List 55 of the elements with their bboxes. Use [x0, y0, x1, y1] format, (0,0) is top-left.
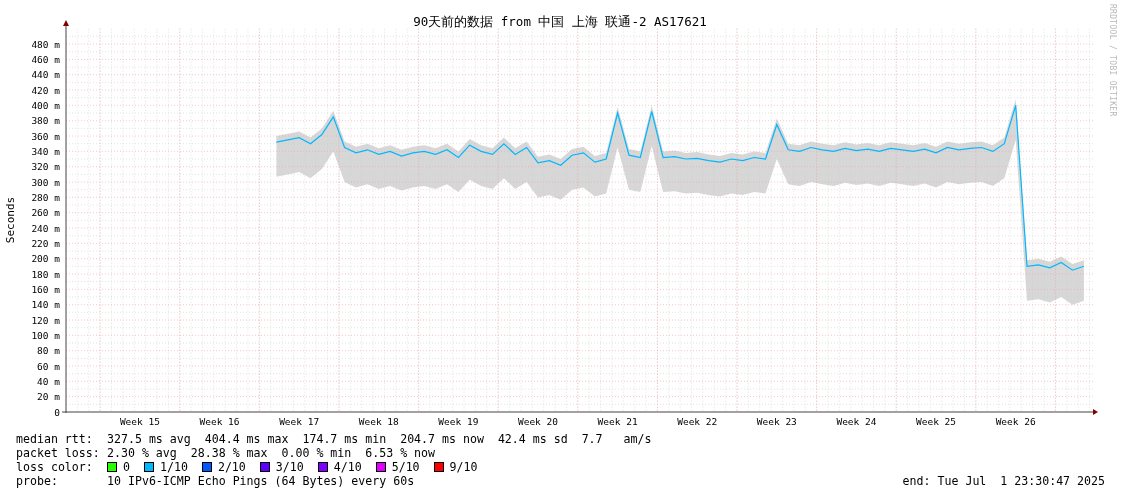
y-tick-label: 340 m — [31, 145, 60, 157]
legend-item-label: 9/10 — [449, 460, 478, 474]
y-tick-label: 400 m — [31, 99, 60, 111]
stat-label: packet loss: — [16, 446, 101, 460]
y-tick-label: 180 m — [31, 268, 60, 280]
chart-title: 90天前的数据 from 中国 上海 联通-2 AS17621 — [413, 14, 707, 29]
x-tick-label: Week 18 — [358, 416, 399, 427]
y-tick-label: 0 — [54, 406, 60, 418]
y-tick-label: 300 m — [31, 176, 60, 188]
stat-label: median rtt: — [16, 432, 94, 446]
x-tick-label: Week 24 — [836, 416, 877, 427]
stat-value: 2.30 % avg 28.38 % max 0.00 % min 6.53 % now — [107, 446, 436, 460]
x-tick-label: Week 23 — [756, 416, 797, 427]
x-tick-label: Week 16 — [199, 416, 240, 427]
x-tick-label: Week 17 — [279, 416, 320, 427]
y-tick-label: 420 m — [31, 84, 60, 96]
y-tick-label: 460 m — [31, 53, 60, 65]
y-tick-label: 440 m — [31, 69, 60, 81]
legend-item-label: 2/10 — [217, 460, 246, 474]
probe-label: probe: — [16, 474, 59, 488]
legend-item-label: 1/10 — [160, 460, 188, 474]
y-tick-label: 360 m — [31, 130, 60, 142]
y-tick-label: 280 m — [31, 191, 60, 203]
y-tick-label: 200 m — [31, 253, 60, 265]
y-tick-label: 240 m — [31, 222, 60, 234]
legend-item-label: 3/10 — [275, 460, 304, 474]
y-axis-label: Seconds — [4, 196, 17, 244]
y-tick-label: 380 m — [31, 115, 60, 127]
y-tick-label: 40 m — [37, 375, 60, 387]
y-tick-label: 120 m — [31, 314, 60, 326]
x-tick-label: Week 19 — [438, 416, 479, 427]
x-tick-label: Week 26 — [995, 416, 1036, 427]
x-tick-label: Week 21 — [597, 416, 638, 427]
x-tick-label: Week 20 — [517, 416, 558, 427]
legend-item-label: 4/10 — [333, 460, 362, 474]
legend-label: loss color: — [16, 460, 94, 474]
y-tick-label: 220 m — [31, 237, 60, 249]
y-tick-label: 320 m — [31, 161, 60, 173]
x-tick-label: Week 15 — [119, 416, 160, 427]
y-tick-label: 100 m — [31, 329, 60, 341]
end-timestamp: end: Tue Jul 1 23:30:47 2025 — [902, 474, 1105, 488]
y-tick-label: 260 m — [31, 207, 60, 219]
y-tick-label: 140 m — [31, 299, 60, 311]
y-tick-label: 20 m — [37, 391, 60, 403]
y-tick-label: 480 m — [31, 38, 60, 50]
y-tick-label: 60 m — [37, 360, 60, 372]
x-tick-label: Week 22 — [677, 416, 718, 427]
legend-item-label: 5/10 — [391, 460, 420, 474]
y-tick-label: 80 m — [37, 345, 60, 357]
watermark-credit: RRDTOOL / TOBI OETIKER — [1108, 4, 1117, 117]
probe-value: 10 IPv6-ICMP Echo Pings (64 Bytes) every 60s — [107, 474, 415, 488]
stat-value: 327.5 ms avg 404.4 ms max 174.7 ms min 204.7 ms now 42.4 ms sd 7.7 am/s — [107, 432, 652, 446]
legend-item-label: 0 — [123, 460, 130, 474]
x-tick-label: Week 25 — [916, 416, 957, 427]
y-tick-label: 160 m — [31, 283, 60, 295]
